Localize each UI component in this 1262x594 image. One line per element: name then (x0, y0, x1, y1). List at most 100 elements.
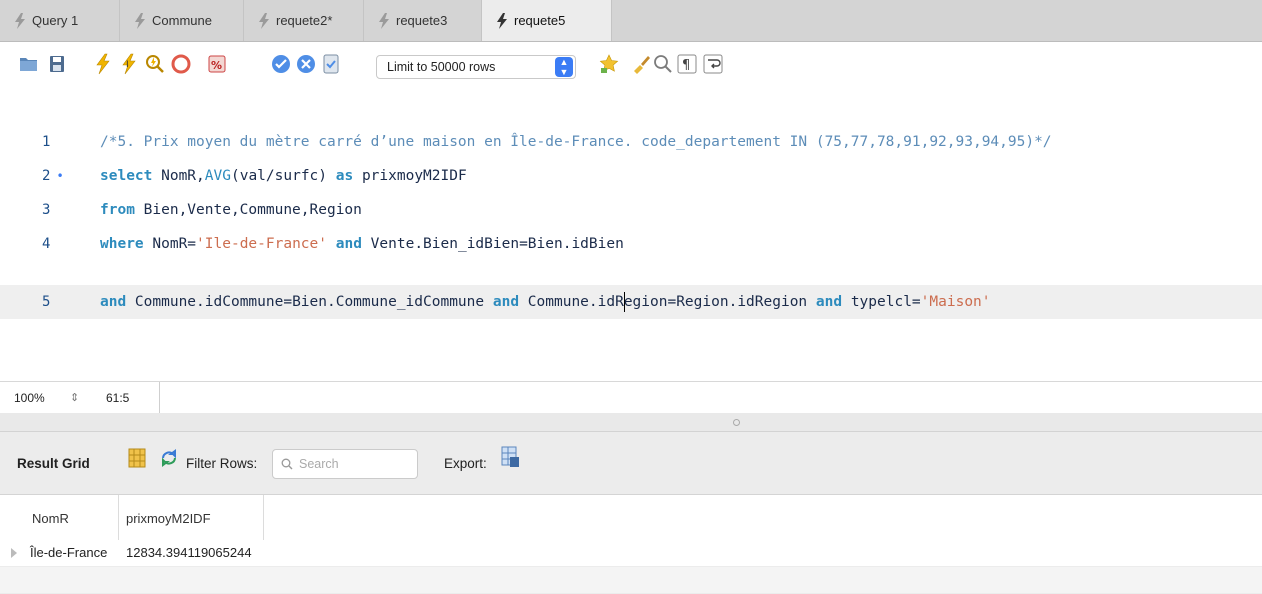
column-header-prixmoy[interactable]: prixmoyM2IDF (126, 511, 211, 526)
brush-icon[interactable] (630, 53, 652, 75)
sql-editor[interactable]: 1 /*5. Prix moyen du mètre carré d’une m… (0, 125, 1262, 345)
lightning-icon (496, 12, 508, 29)
code-text: (val/surfc) (230, 168, 336, 184)
keyword: and (100, 294, 127, 310)
limit-rows-select[interactable]: Limit to 50000 rows ▲ ▼ (376, 55, 576, 79)
keyword: from (100, 202, 135, 218)
code-text: prixmoyM2IDF (353, 168, 467, 184)
code-text: Commune.idR (519, 294, 624, 310)
limit-rows-value: Limit to 50000 rows (387, 60, 496, 74)
export-label: Export: (444, 456, 487, 471)
result-grid-title[interactable]: Result Grid (17, 456, 90, 471)
autocommit-icon[interactable] (320, 53, 342, 75)
zoom-level[interactable]: 100% (0, 391, 70, 405)
result-grid[interactable]: NomR prixmoyM2IDF Île-de-France 12834.39… (0, 495, 1262, 594)
column-header-nomr[interactable]: NomR (32, 511, 69, 526)
filter-rows-label: Filter Rows: (186, 456, 258, 471)
table-row-empty[interactable] (0, 567, 1262, 594)
cursor-position: 61:5 (100, 382, 160, 413)
table-row[interactable]: Île-de-France 12834.394119065244 (0, 540, 1262, 567)
svg-text:¶: ¶ (682, 58, 690, 73)
tab-label: Commune (152, 13, 212, 28)
grid-layout-icon[interactable] (128, 448, 146, 468)
row-pointer-icon (11, 548, 17, 558)
keyword: and (335, 236, 362, 252)
tab-label: Query 1 (32, 13, 79, 28)
code-text: NomR, (152, 168, 205, 184)
export-icon[interactable] (500, 445, 520, 469)
tab-label: requete5 (514, 13, 566, 28)
refresh-icon[interactable] (160, 449, 178, 467)
tab-commune[interactable]: Commune (120, 0, 244, 41)
line-number: 2 • (42, 168, 82, 184)
tab-requete5[interactable]: requete5 (482, 0, 612, 41)
result-grid-header: NomR prixmoyM2IDF (0, 495, 1262, 541)
splitter-grip-icon[interactable] (733, 419, 740, 426)
open-file-icon[interactable] (18, 53, 40, 75)
lightning-icon (14, 12, 26, 29)
line-number: 4 (42, 236, 51, 252)
search-icon (281, 458, 293, 470)
save-icon[interactable] (46, 53, 68, 75)
sql-code: select NomR,AVG(val/surfc) as prixmoyM2I… (100, 168, 467, 184)
editor-line-current: 5 and Commune.idCommune=Bien.Commune_idC… (0, 285, 1262, 319)
explain-icon[interactable] (144, 53, 166, 75)
code-text: egion=Region.idRegion (623, 294, 816, 310)
tab-query-1[interactable]: Query 1 (0, 0, 120, 41)
result-toolbar: Result Grid Filter Rows: Export: (0, 432, 1262, 495)
sql-code: where NomR='Ile-de-France' and Vente.Bie… (100, 236, 624, 252)
code-text: NomR= (143, 236, 197, 252)
editor-line: 1 /*5. Prix moyen du mètre carré d’une m… (0, 125, 1262, 159)
editor-line: 4 where NomR='Ile-de-France' and Vente.B… (0, 227, 1262, 261)
zoom-stepper-icon[interactable]: ⇕ (70, 391, 100, 404)
editor-status-bar: 100% ⇕ 61:5 (0, 381, 1262, 414)
sql-code: from Bien,Vente,Commune,Region (100, 202, 362, 218)
commit-icon[interactable] (270, 53, 292, 75)
lightning-icon (258, 12, 270, 29)
string-literal: 'Ile-de-France' (196, 236, 327, 252)
keyword: and (492, 294, 520, 310)
lightning-icon (378, 12, 390, 29)
statement-marker-icon: • (56, 169, 64, 183)
line-number: 3 (42, 202, 51, 218)
string-literal: 'Maison' (920, 294, 991, 310)
lightning-icon (134, 12, 146, 29)
cell-prixmoy[interactable]: 12834.394119065244 (126, 545, 252, 560)
pane-splitter[interactable] (0, 413, 1262, 432)
svg-text:%: % (211, 59, 222, 72)
code-text: Vente.Bien_idBien=Bien.idBien (361, 236, 624, 252)
editor-line: 3 from Bien,Vente,Commune,Region (0, 193, 1262, 227)
execute-icon[interactable] (92, 53, 114, 75)
keyword: select (100, 168, 153, 184)
editor-line: 2 • select NomR,AVG(val/surfc) as prixmoy… (0, 159, 1262, 193)
tab-label: requete3 (396, 13, 448, 28)
keyword: as (335, 168, 354, 184)
rollback-icon[interactable] (295, 53, 317, 75)
query-tab-bar: Query 1 Commune requete2* requete3 reque… (0, 0, 1262, 42)
select-stepper-icon: ▲ ▼ (555, 57, 573, 77)
svg-text:I: I (126, 60, 129, 70)
line-number: 5 (42, 294, 51, 310)
wrap-icon[interactable] (702, 53, 724, 75)
stop-icon[interactable] (170, 53, 192, 75)
sql-code: and Commune.idCommune=Bien.Commune_idCom… (100, 292, 991, 312)
cell-nomr[interactable]: Île-de-France (30, 545, 107, 560)
find-icon[interactable] (652, 53, 674, 75)
line-number-text: 2 (42, 168, 51, 184)
code-text: Bien,Vente,Commune,Region (134, 202, 362, 218)
tab-requete3[interactable]: requete3 (364, 0, 482, 41)
code-text: Commune.idCommune=Bien.Commune_idCommune (126, 294, 493, 310)
keyword: where (100, 236, 144, 252)
tab-label: requete2* (276, 13, 333, 28)
tab-requete2[interactable]: requete2* (244, 0, 364, 41)
filter-rows-search[interactable] (272, 449, 418, 479)
keyword: and (815, 294, 843, 310)
execute-current-icon[interactable]: I (118, 53, 140, 75)
beautify-icon[interactable] (598, 53, 620, 75)
sql-comment: /*5. Prix moyen du mètre carré d’une mai… (100, 134, 1052, 150)
line-number: 1 (42, 134, 51, 150)
toggle-error-icon[interactable]: % (206, 53, 228, 75)
search-input[interactable] (297, 456, 411, 472)
invisible-chars-icon[interactable]: ¶ (676, 53, 698, 75)
